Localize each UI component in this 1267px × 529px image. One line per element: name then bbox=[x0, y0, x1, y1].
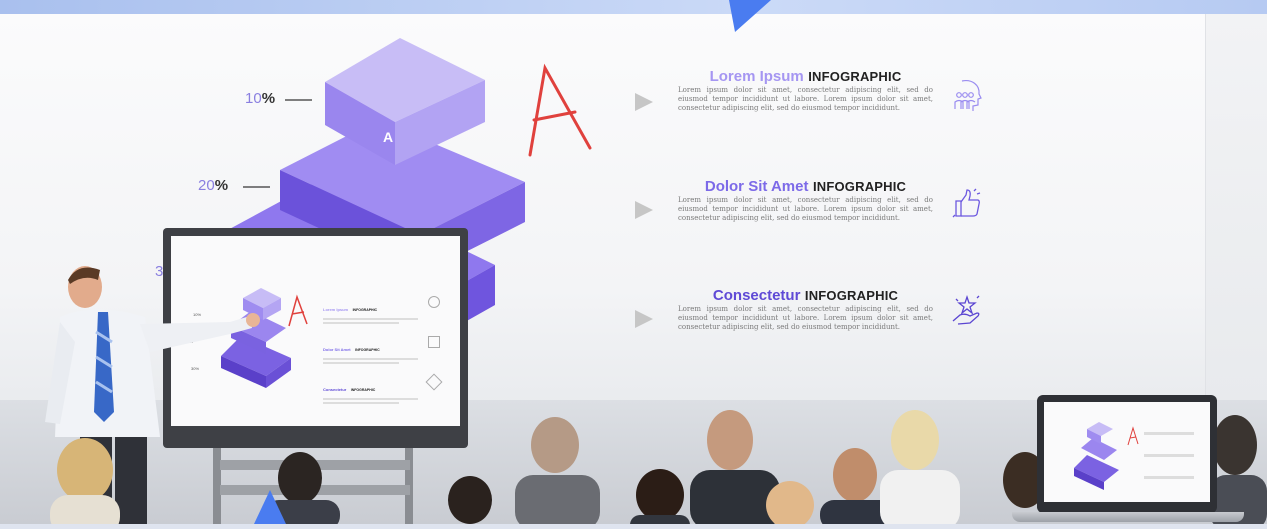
audience-member-4 bbox=[515, 417, 600, 524]
blue-pointer-bottom bbox=[254, 490, 286, 524]
mini-row-1: Lorem Ipsum INFOGRAPHIC bbox=[323, 298, 418, 324]
info-body-2: Lorem ipsum dolor sit amet, consectetur … bbox=[678, 196, 933, 222]
info-title-3: Consectetur bbox=[712, 287, 801, 304]
row-arrow-2 bbox=[635, 201, 653, 219]
laptop-screen bbox=[1044, 402, 1210, 502]
mini-thumbs-up-icon bbox=[428, 336, 440, 348]
laptop-text-line-2 bbox=[1144, 454, 1194, 457]
audience-member-3 bbox=[448, 476, 492, 524]
laptop-mini-pyramid bbox=[1074, 422, 1119, 490]
info-title-2: Dolor Sit Amet bbox=[704, 178, 809, 195]
info-body-3: Lorem ipsum dolor sit amet, consectetur … bbox=[678, 305, 933, 331]
laptop-text-line-3 bbox=[1144, 476, 1194, 479]
info-row-1: Lorem Ipsum INFOGRAPHIC Lorem ipsum dolo… bbox=[678, 68, 933, 113]
laptop bbox=[1037, 395, 1217, 513]
hand-star-icon bbox=[952, 294, 980, 325]
row-arrow-1 bbox=[635, 93, 653, 111]
laptop-base bbox=[1012, 512, 1244, 522]
percent-label-10: 10% bbox=[245, 90, 276, 107]
audience-member-5 bbox=[630, 469, 690, 524]
info-suffix-2: INFOGRAPHIC bbox=[812, 179, 907, 194]
handwritten-a bbox=[528, 63, 592, 157]
info-title-1: Lorem Ipsum bbox=[709, 68, 804, 85]
top-blue-strip bbox=[0, 0, 1267, 14]
mini-row-2: Dolor Sit Amet INFOGRAPHIC bbox=[323, 338, 418, 364]
block-letter: A bbox=[383, 129, 393, 145]
audience-member-11 bbox=[1210, 415, 1267, 524]
percent-label-20: 20% bbox=[198, 177, 229, 194]
info-suffix-3: INFOGRAPHIC bbox=[804, 288, 899, 303]
laptop-handwritten-a bbox=[1127, 426, 1139, 446]
thumbs-up-icon bbox=[952, 188, 981, 218]
info-body-1: Lorem ipsum dolor sit amet, consectetur … bbox=[678, 86, 933, 112]
blue-pointer-top bbox=[729, 0, 771, 32]
info-row-2: Dolor Sit Amet INFOGRAPHIC Lorem ipsum d… bbox=[678, 178, 933, 223]
laptop-text-line-1 bbox=[1144, 432, 1194, 435]
team-head-icon bbox=[954, 80, 982, 111]
mini-handwritten-a bbox=[288, 294, 308, 327]
info-suffix-1: INFOGRAPHIC bbox=[808, 69, 902, 84]
audience-member-9 bbox=[880, 410, 960, 524]
mini-team-head-icon bbox=[428, 296, 440, 308]
mini-hand-star-icon bbox=[425, 373, 443, 391]
audience-member-1 bbox=[50, 438, 120, 524]
wall-panel bbox=[1205, 14, 1267, 408]
info-row-3: Consectetur INFOGRAPHIC Lorem ipsum dolo… bbox=[678, 287, 933, 332]
row-arrow-3 bbox=[635, 310, 653, 328]
